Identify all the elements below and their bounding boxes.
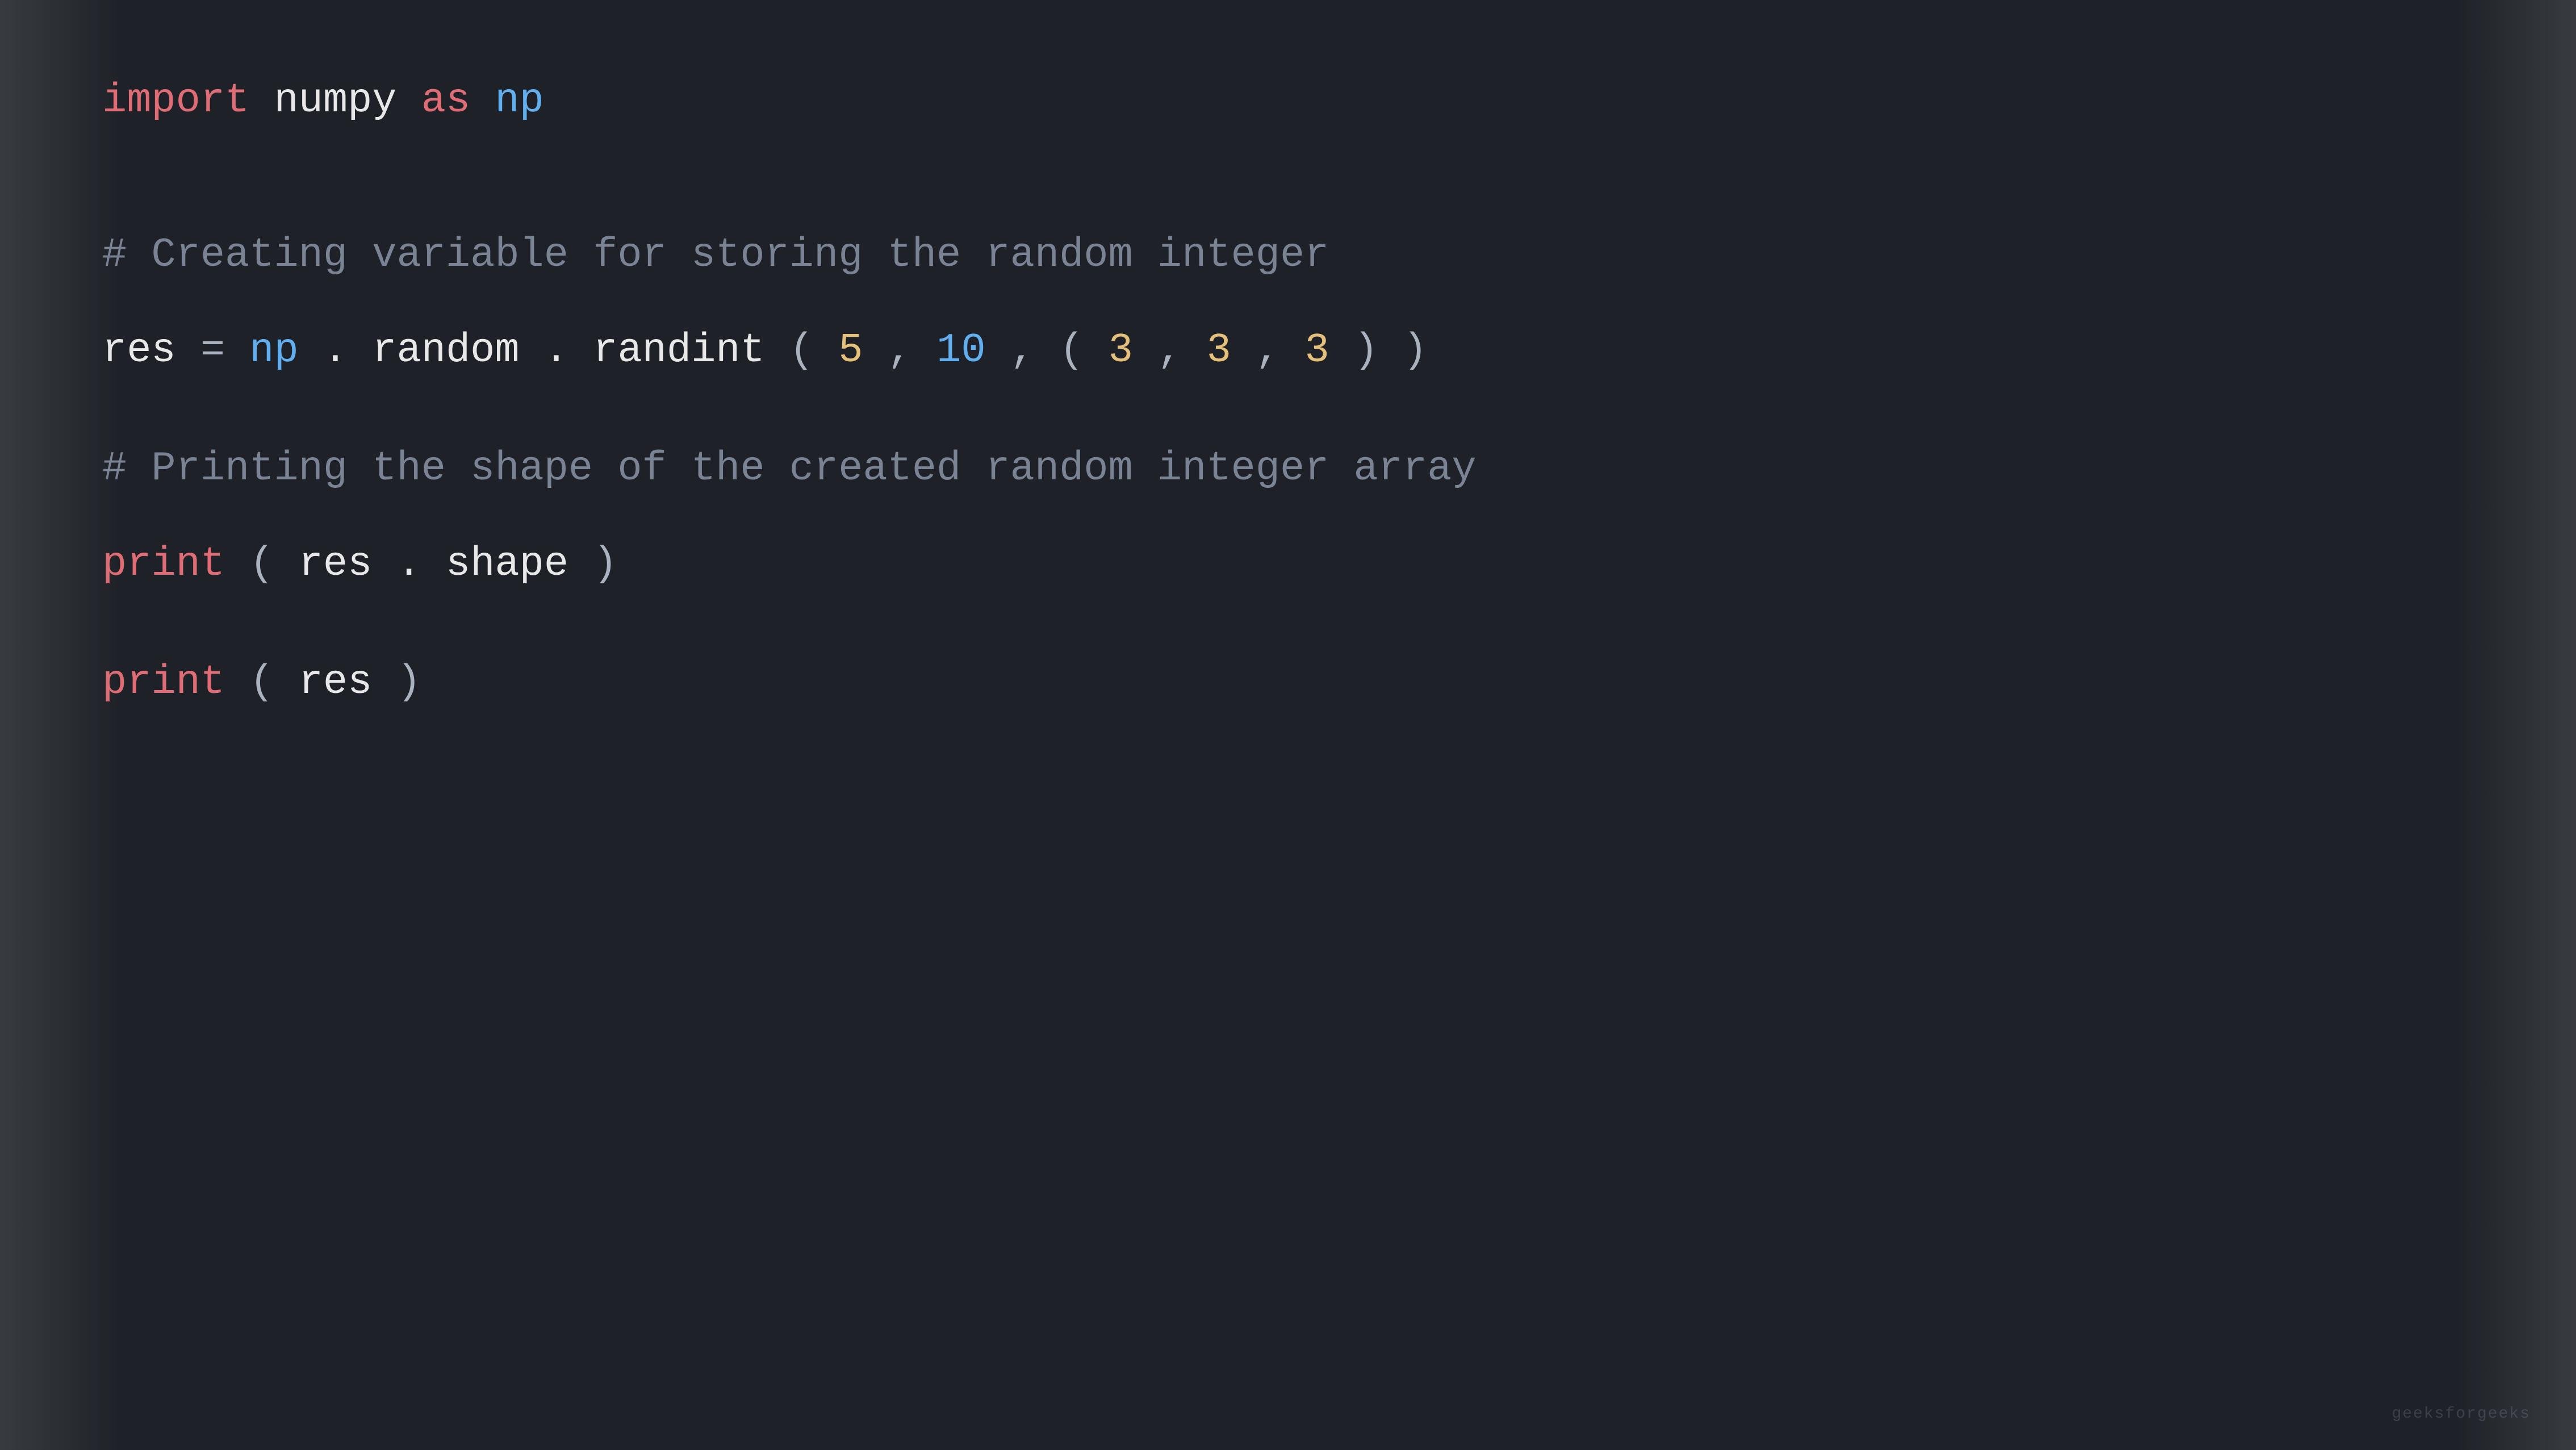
shape-attr: shape	[446, 541, 568, 587]
dot1: .	[323, 327, 348, 374]
comma1: ,	[888, 327, 936, 374]
print-res-line: print ( res )	[102, 651, 2474, 713]
print-shape-line: print ( res . shape )	[102, 533, 2474, 595]
print-fn-1: print	[102, 541, 225, 587]
open-paren-1: (	[789, 327, 814, 374]
import-line: import numpy as np	[102, 68, 2474, 133]
as-keyword: as	[421, 77, 470, 124]
watermark: geeksforgeeks	[2392, 1402, 2531, 1427]
random-attr: random	[372, 327, 519, 374]
assign-op: =	[200, 327, 249, 374]
res-var-3: res	[299, 659, 373, 705]
spacer-2	[102, 286, 2474, 320]
open-paren-2: (	[249, 541, 274, 587]
close-paren-2: )	[593, 541, 617, 587]
spacer-5	[102, 595, 2474, 651]
comment-2: # Printing the shape of the created rand…	[102, 438, 2474, 499]
print-fn-2: print	[102, 659, 225, 705]
num-10: 10	[936, 327, 985, 374]
comma3: ,	[1157, 327, 1206, 374]
num-3b: 3	[1207, 327, 1231, 374]
close-paren-3: )	[397, 659, 421, 705]
open-tuple: (	[1059, 327, 1084, 374]
comment-1: # Creating variable for storing the rand…	[102, 224, 2474, 286]
res-var: res	[102, 327, 176, 374]
randint-line: res = np . random . randint ( 5 , 10 , (…	[102, 320, 2474, 381]
code-block: import numpy as np # Creating variable f…	[0, 0, 2576, 1450]
np-alias: np	[495, 77, 543, 124]
spacer-1	[102, 168, 2474, 224]
comma4: ,	[1256, 327, 1304, 374]
close-paren-1: )	[1403, 327, 1427, 374]
res-var-2: res	[299, 541, 373, 587]
np-ref: np	[249, 327, 298, 374]
spacer-4	[102, 499, 2474, 533]
dot2: .	[544, 327, 568, 374]
randint-fn: randint	[593, 327, 764, 374]
spacer-3	[102, 381, 2474, 438]
num-3a: 3	[1109, 327, 1133, 374]
num-3c: 3	[1304, 327, 1329, 374]
open-paren-3: (	[249, 659, 274, 705]
import-keyword: import	[102, 77, 249, 124]
dot3: .	[397, 541, 421, 587]
numpy-module: numpy	[274, 77, 396, 124]
comma2: ,	[1010, 327, 1059, 374]
close-tuple: )	[1354, 327, 1378, 374]
num-5: 5	[838, 327, 863, 374]
